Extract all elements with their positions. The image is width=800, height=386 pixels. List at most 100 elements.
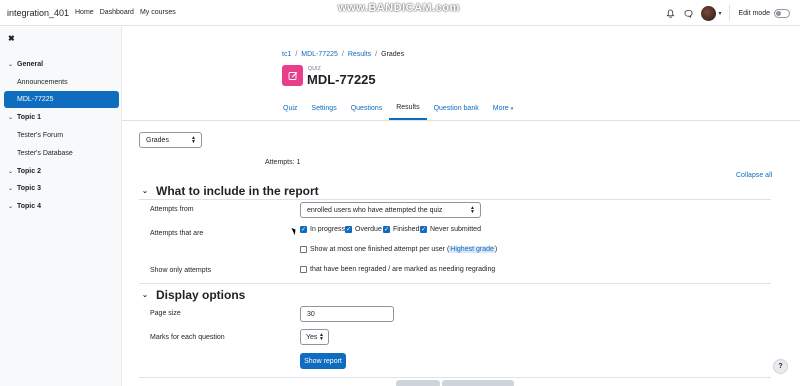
footer-button-partial[interactable] [442, 380, 514, 386]
footer-button-partial[interactable] [396, 380, 440, 386]
marks-label: Marks for each question [150, 334, 225, 341]
section-divider [139, 199, 771, 200]
quiz-activity-icon [282, 65, 303, 86]
edit-mode-toggle[interactable] [774, 8, 790, 18]
tab-more[interactable]: More ▾ [486, 97, 520, 120]
nav-dashboard-link[interactable]: Dashboard [100, 9, 134, 16]
tab-question-bank[interactable]: Question bank [427, 97, 486, 120]
drawer-item-announcements[interactable]: Announcements [0, 75, 122, 89]
breadcrumb: tc1 / MDL-77225 / Results / Grades [282, 51, 404, 58]
primary-navigation: Home Dashboard My courses [75, 9, 176, 16]
marks-value: Yes [306, 333, 318, 341]
chevron-down-icon[interactable]: ⌄ [142, 291, 156, 299]
one-attempt-suffix: ) [494, 246, 498, 253]
user-avatar[interactable] [701, 5, 717, 21]
chevron-down-icon[interactable]: ⌄ [142, 187, 156, 195]
notifications-bell-icon[interactable] [663, 6, 677, 20]
drawer-item-testers-forum[interactable]: Tester's Forum [0, 128, 122, 142]
checkbox-checked-icon[interactable]: ✓ [300, 226, 307, 233]
show-report-button[interactable]: Show report [300, 353, 346, 369]
section-topic-4[interactable]: ⌄ Topic 4 [0, 199, 122, 213]
nav-home-link[interactable]: Home [75, 9, 94, 16]
chevron-down-icon[interactable]: ⌄ [8, 185, 16, 192]
state-label: Never submitted [430, 226, 481, 233]
top-navbar: integration_401 Home Dashboard My course… [0, 0, 800, 26]
grading-method-highlight: Highest grade [449, 246, 495, 253]
tab-settings[interactable]: Settings [304, 97, 343, 120]
section-topic-1[interactable]: ⌄ Topic 1 [0, 110, 122, 124]
chevron-down-icon[interactable]: ⌄ [8, 61, 16, 68]
navbar-divider [729, 5, 731, 21]
tab-more-label: More [492, 105, 509, 112]
state-overdue[interactable]: ✓ Overdue [345, 226, 382, 233]
drawer-item-label: Tester's Database [17, 149, 73, 157]
checkbox-icon[interactable] [300, 246, 307, 253]
state-finished[interactable]: ✓ Finished [383, 226, 419, 233]
state-label: Overdue [355, 226, 382, 233]
mouse-cursor-icon [291, 226, 298, 236]
drawer-item-label: Announcements [17, 78, 68, 86]
section-title: General [17, 60, 44, 68]
state-label: In progress [310, 226, 346, 233]
section-title: Topic 4 [17, 202, 41, 210]
checkbox-checked-icon[interactable]: ✓ [420, 226, 427, 233]
nav-my-courses-link[interactable]: My courses [140, 9, 176, 16]
state-label: Finished [393, 226, 420, 233]
state-in-progress[interactable]: ✓ In progress [300, 226, 345, 233]
only-regraded-text: that have been regraded / are marked as … [310, 266, 496, 273]
attempts-from-select[interactable]: enrolled users who have attempted the qu… [300, 202, 481, 218]
close-drawer-icon[interactable]: ✖ [8, 34, 15, 43]
chevron-down-icon[interactable]: ⌄ [8, 203, 16, 210]
nav-divider [122, 120, 800, 121]
chevron-down-icon: ▾ [510, 105, 514, 112]
breadcrumb-separator: / [341, 51, 344, 58]
page-size-value: 30 [307, 310, 315, 318]
course-index-drawer: ✖ ⌄ General Announcements MDL-77225 ⌄ To… [0, 27, 122, 386]
checkbox-icon[interactable] [300, 266, 307, 273]
section-title: Topic 1 [17, 113, 41, 121]
section-general[interactable]: ⌄ General [0, 57, 122, 71]
one-attempt-label: Show at most one finished attempt per us… [310, 246, 450, 253]
checkbox-checked-icon[interactable]: ✓ [345, 226, 352, 233]
breadcrumb-course-link[interactable]: tc1 [282, 51, 291, 58]
state-never-submitted[interactable]: ✓ Never submitted [420, 226, 481, 233]
user-menu-area: ▾ Edit mode [663, 5, 790, 21]
include-section-header[interactable]: ⌄ What to include in the report [142, 184, 319, 198]
drawer-item-testers-database[interactable]: Tester's Database [0, 146, 122, 160]
one-attempt-option[interactable]: Show at most one finished attempt per us… [300, 246, 497, 253]
report-type-select[interactable]: Grades ▲ ▼ [139, 132, 202, 148]
tab-questions[interactable]: Questions [344, 97, 390, 120]
drawer-item-label: MDL-77225 [17, 96, 54, 103]
site-name[interactable]: integration_401 [7, 8, 69, 18]
marks-select[interactable]: Yes ▲ ▼ [300, 329, 329, 345]
section-title: Topic 3 [17, 184, 41, 192]
breadcrumb-separator: / [375, 51, 378, 58]
collapse-all-link[interactable]: Collapse all [736, 172, 772, 179]
attempts-that-are-label: Attempts that are [150, 230, 204, 237]
tab-results[interactable]: Results [389, 97, 427, 120]
section-topic-3[interactable]: ⌄ Topic 3 [0, 181, 122, 195]
chevron-down-icon[interactable]: ⌄ [8, 114, 16, 121]
breadcrumb-quiz-link[interactable]: MDL-77225 [301, 51, 338, 58]
display-section-heading: Display options [156, 288, 246, 302]
help-question-icon[interactable]: ? [773, 359, 788, 374]
display-section-header[interactable]: ⌄ Display options [142, 288, 245, 302]
secondary-navigation: Quiz Settings Questions Results Question… [276, 97, 520, 121]
section-divider [139, 283, 771, 284]
page-size-input[interactable]: 30 [300, 306, 394, 322]
chevron-down-icon[interactable]: ⌄ [8, 168, 16, 175]
drawer-item-mdl-77225[interactable]: MDL-77225 [4, 91, 119, 108]
tab-quiz[interactable]: Quiz [276, 97, 304, 120]
chevron-down-icon[interactable]: ▾ [718, 10, 721, 17]
recording-watermark: www.BANDICAM.com [338, 2, 460, 14]
checkbox-checked-icon[interactable]: ✓ [383, 226, 390, 233]
attempts-count: Attempts: 1 [265, 159, 301, 166]
only-regraded-option[interactable]: that have been regraded / are marked as … [300, 266, 495, 273]
messages-icon[interactable] [681, 6, 695, 20]
breadcrumb-separator: / [295, 51, 298, 58]
section-title: Topic 2 [17, 167, 41, 175]
breadcrumb-current: Grades [381, 51, 405, 58]
select-arrows-icon: ▲ ▼ [191, 135, 196, 145]
breadcrumb-results-link[interactable]: Results [348, 51, 371, 58]
section-topic-2[interactable]: ⌄ Topic 2 [0, 164, 122, 178]
